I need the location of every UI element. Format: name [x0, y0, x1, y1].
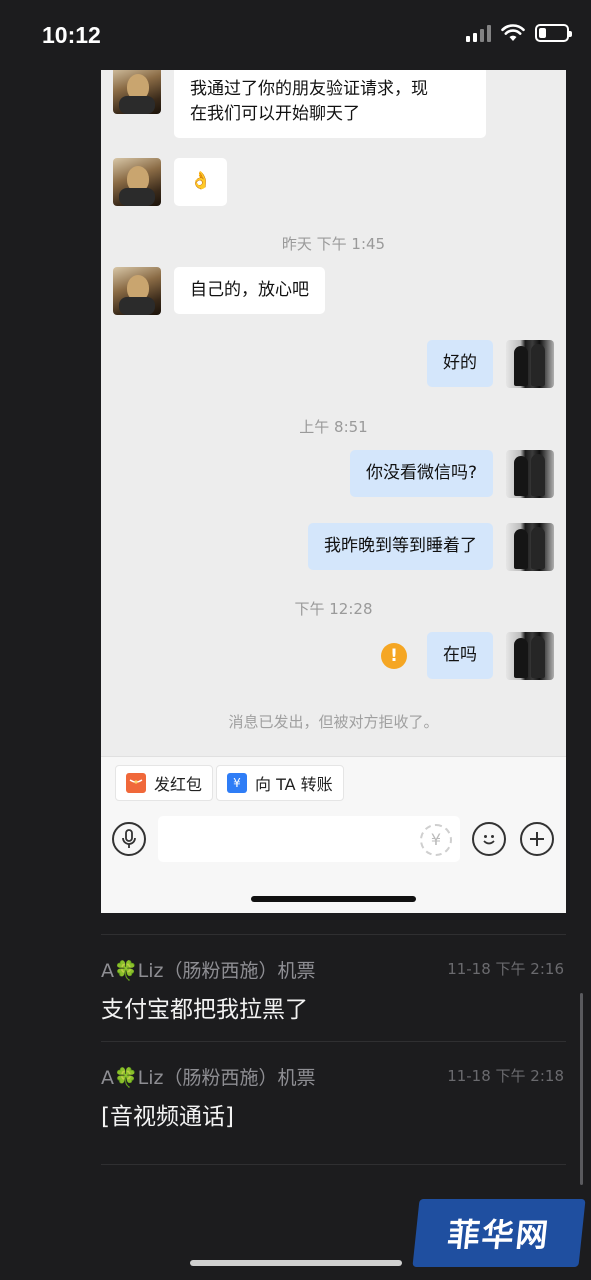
- comment-item[interactable]: A🍀Liz（肠粉西施）机票 11-18 下午 2:16 支付宝都把我拉黑了: [101, 956, 566, 1026]
- message-row: 好的: [101, 340, 566, 388]
- message-row: 我昨晚到等到睡着了: [101, 523, 566, 571]
- divider: [101, 934, 566, 935]
- status-time: 10:12: [42, 22, 101, 48]
- comment-author: A🍀Liz（肠粉西施）机票: [101, 1067, 316, 1089]
- emoji-button[interactable]: [472, 822, 506, 856]
- message-bubble-incoming: 👌: [174, 158, 228, 206]
- comment-time: 11-18 下午 2:18: [447, 1067, 564, 1085]
- contact-avatar: [113, 267, 161, 315]
- message-row: 在吗 !: [101, 632, 566, 680]
- comment-author: A🍀Liz（肠粉西施）机票: [101, 960, 316, 982]
- message-row: 我通过了你的朋友验证请求，现 在我们可以开始聊天了: [101, 70, 566, 138]
- comment-item[interactable]: A🍀Liz（肠粉西施）机票 11-18 下午 2:18 [音视频通话]: [101, 1063, 566, 1133]
- user-avatar: [506, 450, 554, 498]
- timestamp-label: 上午 8:51: [299, 418, 368, 436]
- message-bubble-outgoing: 在吗: [427, 632, 493, 679]
- divider: [101, 1164, 566, 1165]
- battery-fill: [539, 28, 546, 38]
- message-bubble-outgoing: 好的: [427, 340, 493, 387]
- chat-screenshot: 我通过了你的朋友验证请求，现 在我们可以开始聊天了 👌 昨天 下午 1:45 自…: [101, 70, 566, 913]
- send-failed-warning-icon[interactable]: !: [381, 643, 407, 669]
- message-row: 自己的，放心吧: [101, 267, 566, 315]
- message-row: 你没看微信吗?: [101, 450, 566, 498]
- contact-avatar: [113, 158, 161, 206]
- battery-icon: [535, 24, 572, 42]
- plus-icon: [530, 832, 544, 846]
- user-avatar: [506, 523, 554, 571]
- red-packet-label: 发红包: [154, 775, 203, 794]
- voice-input-button[interactable]: [112, 822, 146, 856]
- watermark-logo: 菲华网: [412, 1199, 586, 1267]
- timestamp-label: 下午 12:28: [294, 600, 373, 618]
- user-avatar: [506, 632, 554, 680]
- message-input[interactable]: ¥: [158, 816, 460, 862]
- transfer-button[interactable]: ¥ 向 TA 转账: [216, 765, 344, 801]
- microphone-icon: [122, 829, 136, 848]
- red-packet-button[interactable]: 发红包: [115, 765, 214, 801]
- message-row: 👌: [101, 158, 566, 206]
- transfer-label: 向 TA 转账: [255, 775, 333, 794]
- quick-action-bar: 发红包 ¥ 向 TA 转账: [101, 756, 566, 808]
- wifi-icon: [501, 24, 525, 41]
- watermark-text: 菲华网: [445, 1216, 552, 1254]
- system-notice: 消息已发出，但被对方拒收了。: [228, 713, 439, 731]
- scrollbar[interactable]: [580, 993, 583, 1185]
- message-bubble-outgoing: 我昨晚到等到睡着了: [308, 523, 493, 570]
- comment-text: 支付宝都把我拉黑了: [101, 997, 308, 1023]
- transfer-shortcut-icon[interactable]: ¥: [420, 824, 452, 856]
- more-options-button[interactable]: [520, 822, 554, 856]
- inner-home-indicator: [251, 896, 416, 902]
- user-avatar: [506, 340, 554, 388]
- message-bubble-incoming: 自己的，放心吧: [174, 267, 325, 314]
- home-indicator[interactable]: [190, 1260, 402, 1266]
- timestamp-label: 昨天 下午 1:45: [281, 235, 386, 253]
- divider: [101, 1041, 566, 1042]
- message-bubble-outgoing: 你没看微信吗?: [349, 450, 493, 497]
- smiley-icon: [483, 835, 495, 845]
- status-icons: [466, 24, 572, 42]
- red-packet-icon: [126, 773, 146, 793]
- signal-icon: [466, 24, 491, 42]
- comment-time: 11-18 下午 2:16: [447, 960, 564, 978]
- contact-avatar: [113, 70, 161, 114]
- message-bubble-incoming: 我通过了你的朋友验证请求，现 在我们可以开始聊天了: [174, 70, 486, 138]
- comment-text: [音视频通话]: [101, 1104, 234, 1130]
- status-bar: 10:12: [0, 0, 591, 70]
- transfer-icon: ¥: [227, 773, 247, 793]
